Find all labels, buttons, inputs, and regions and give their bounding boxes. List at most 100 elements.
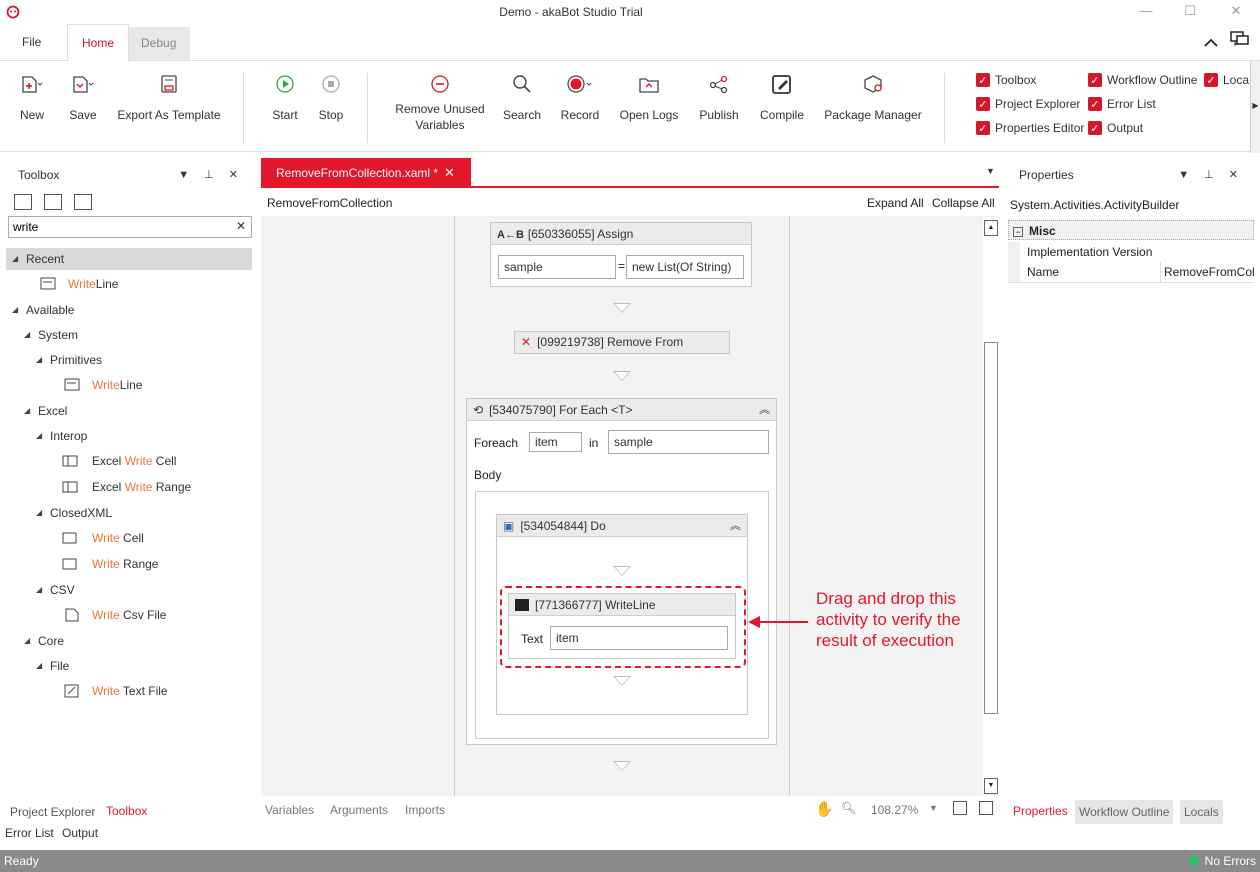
bottom-tab-workflow-outline[interactable]: Workflow Outline xyxy=(1075,800,1174,824)
tab-file[interactable]: File xyxy=(8,24,55,60)
new-file-icon xyxy=(22,76,43,93)
collapse-icon[interactable]: ︽ xyxy=(730,515,741,537)
collapse-category-icon[interactable]: − xyxy=(1013,227,1023,237)
bottom-tab-project-explorer[interactable]: Project Explorer xyxy=(10,805,95,819)
chat-icon[interactable] xyxy=(1230,30,1250,48)
scroll-down-icon[interactable]: ▼ xyxy=(984,778,998,794)
zoom-level[interactable]: 108.27% xyxy=(871,803,918,817)
tab-debug[interactable]: Debug xyxy=(127,27,191,60)
close-tab-icon[interactable]: ✕ xyxy=(444,158,455,188)
tab-removefromcollection[interactable]: RemoveFromCollection.xaml * ✕ xyxy=(261,158,471,188)
tree-group-system[interactable]: ◢ System xyxy=(6,324,252,346)
list-view-icon[interactable] xyxy=(74,194,92,210)
package-manager-button[interactable]: Package Manager xyxy=(823,71,923,123)
properties-divider xyxy=(1008,282,1254,283)
tree-group-available[interactable]: ◢ Available xyxy=(6,299,252,321)
toolbox-search-input[interactable] xyxy=(9,217,229,237)
bottom-tab-toolbox[interactable]: Toolbox xyxy=(106,804,147,818)
tree-item-write-cell[interactable]: Write Cell xyxy=(6,527,252,549)
pan-hand-icon[interactable]: ✋ xyxy=(815,800,834,818)
panel-header-icons[interactable]: ▼ ⊥ ✕ xyxy=(1178,160,1244,190)
stop-button[interactable]: Stop xyxy=(316,71,346,123)
writeline-icon xyxy=(515,599,529,611)
toolbox-checkbox[interactable]: ✓ Toolbox xyxy=(976,73,1036,87)
collapse-all-icon[interactable] xyxy=(44,194,62,210)
properties-editor-checkbox[interactable]: ✓ Properties Editor xyxy=(976,121,1084,135)
tab-home[interactable]: Home xyxy=(67,24,130,61)
remove-from-collection-activity[interactable]: ✕ [099219738] Remove From xyxy=(514,331,730,354)
workflow-outline-checkbox[interactable]: ✓ Workflow Outline xyxy=(1088,73,1197,87)
writeline-text-field[interactable]: item xyxy=(550,626,728,650)
arguments-tab[interactable]: Arguments xyxy=(330,803,388,817)
output-checkbox[interactable]: ✓ Output xyxy=(1088,121,1143,135)
zoom-icon[interactable]: 🔍︎ xyxy=(841,801,856,815)
foreach-collection-field[interactable]: sample xyxy=(608,430,769,454)
remove-circle-icon xyxy=(431,75,449,93)
tree-group-interop[interactable]: ◢ Interop xyxy=(6,425,252,447)
bottom-tab-locals[interactable]: Locals xyxy=(1180,800,1223,824)
export-as-template-button[interactable]: Export As Template xyxy=(116,71,222,123)
tree-group-recent[interactable]: ◢ Recent xyxy=(6,248,252,270)
tree-item-write-text-file[interactable]: Write Text File xyxy=(6,680,252,702)
tree-group-closedxml[interactable]: ◢ ClosedXML xyxy=(6,502,252,524)
collapse-ribbon-icon[interactable] xyxy=(1203,36,1219,48)
overview-icon[interactable] xyxy=(979,801,993,815)
maximize-icon[interactable]: ☐ xyxy=(1180,3,1200,21)
minimize-icon[interactable]: — xyxy=(1136,3,1156,21)
tree-group-csv[interactable]: ◢ CSV xyxy=(6,579,252,601)
writeline-icon xyxy=(40,277,56,290)
expand-all-icon[interactable] xyxy=(14,194,32,210)
tree-group-core[interactable]: ◢ Core xyxy=(6,630,252,652)
imports-tab[interactable]: Imports xyxy=(405,803,445,817)
scroll-up-icon[interactable]: ▲ xyxy=(984,220,998,236)
bottom-tab-output[interactable]: Output xyxy=(62,826,98,840)
tree-item-write-range[interactable]: Write Range xyxy=(6,553,252,575)
assign-activity[interactable]: A←B [650336055] Assign sample = new List(… xyxy=(490,222,752,287)
search-button[interactable]: Search xyxy=(502,71,542,123)
designer-breadcrumb[interactable]: RemoveFromCollection xyxy=(267,190,392,216)
properties-category[interactable]: − Misc xyxy=(1008,220,1254,240)
scroll-thumb[interactable] xyxy=(984,342,998,714)
ribbon-scroll-right[interactable]: ▶ xyxy=(1250,61,1260,153)
error-list-checkbox[interactable]: ✓ Error List xyxy=(1088,97,1156,111)
package-icon xyxy=(864,75,882,93)
tree-item-excel-write-range[interactable]: Excel Write Range xyxy=(6,476,252,498)
property-row[interactable]: Name RemoveFromCol xyxy=(1008,262,1254,282)
bottom-tab-error-list[interactable]: Error List xyxy=(5,826,54,840)
new-button[interactable]: New xyxy=(16,71,48,123)
locals-checkbox[interactable]: ✓ Loca xyxy=(1204,73,1249,87)
save-button[interactable]: Save xyxy=(68,71,98,123)
expand-all-link[interactable]: Expand All xyxy=(867,190,924,216)
project-explorer-checkbox[interactable]: ✓ Project Explorer xyxy=(976,97,1080,111)
property-row[interactable]: Implementation Version xyxy=(1008,242,1254,262)
start-button[interactable]: Start xyxy=(270,71,300,123)
tree-group-excel[interactable]: ◢ Excel xyxy=(6,400,252,422)
writeline-header: [771366777] WriteLine xyxy=(509,594,735,616)
assign-value-field[interactable]: new List(Of String) xyxy=(626,255,744,279)
tree-group-primitives[interactable]: ◢ Primitives xyxy=(6,349,252,371)
compile-button[interactable]: Compile xyxy=(757,71,807,123)
zoom-dropdown-icon[interactable]: ▼ xyxy=(929,803,938,813)
remove-unused-variables-button[interactable]: Remove Unused Variables xyxy=(393,71,487,133)
fit-to-screen-icon[interactable] xyxy=(953,801,967,815)
record-button[interactable]: Record xyxy=(559,71,601,123)
tree-item-writeline[interactable]: WriteLine xyxy=(6,374,252,396)
tab-dropdown-icon[interactable]: ▼ xyxy=(986,166,995,176)
tree-item-writeline[interactable]: WriteLine xyxy=(6,273,252,295)
tree-group-file[interactable]: ◢ File xyxy=(6,655,252,677)
collapse-icon[interactable]: ︽ xyxy=(759,399,770,421)
clear-search-icon[interactable]: ✕ xyxy=(236,219,246,233)
open-logs-button[interactable]: Open Logs xyxy=(618,71,680,123)
foreach-item-field[interactable]: item xyxy=(529,432,582,452)
bottom-tab-properties[interactable]: Properties xyxy=(1013,804,1068,818)
tree-item-excel-write-cell[interactable]: Excel Write Cell xyxy=(6,450,252,472)
collapse-all-link[interactable]: Collapse All xyxy=(932,190,995,216)
designer-vertical-scrollbar[interactable]: ▲ ▼ xyxy=(983,218,999,794)
panel-header-icons[interactable]: ▼ ⊥ ✕ xyxy=(178,160,244,190)
assign-to-field[interactable]: sample xyxy=(498,255,616,279)
writeline-activity[interactable]: [771366777] WriteLine Text item xyxy=(508,593,736,659)
close-icon[interactable]: ✕ xyxy=(1226,3,1246,21)
tree-item-write-csv-file[interactable]: Write Csv File xyxy=(6,604,252,626)
publish-button[interactable]: Publish xyxy=(697,71,741,123)
variables-tab[interactable]: Variables xyxy=(265,803,314,817)
